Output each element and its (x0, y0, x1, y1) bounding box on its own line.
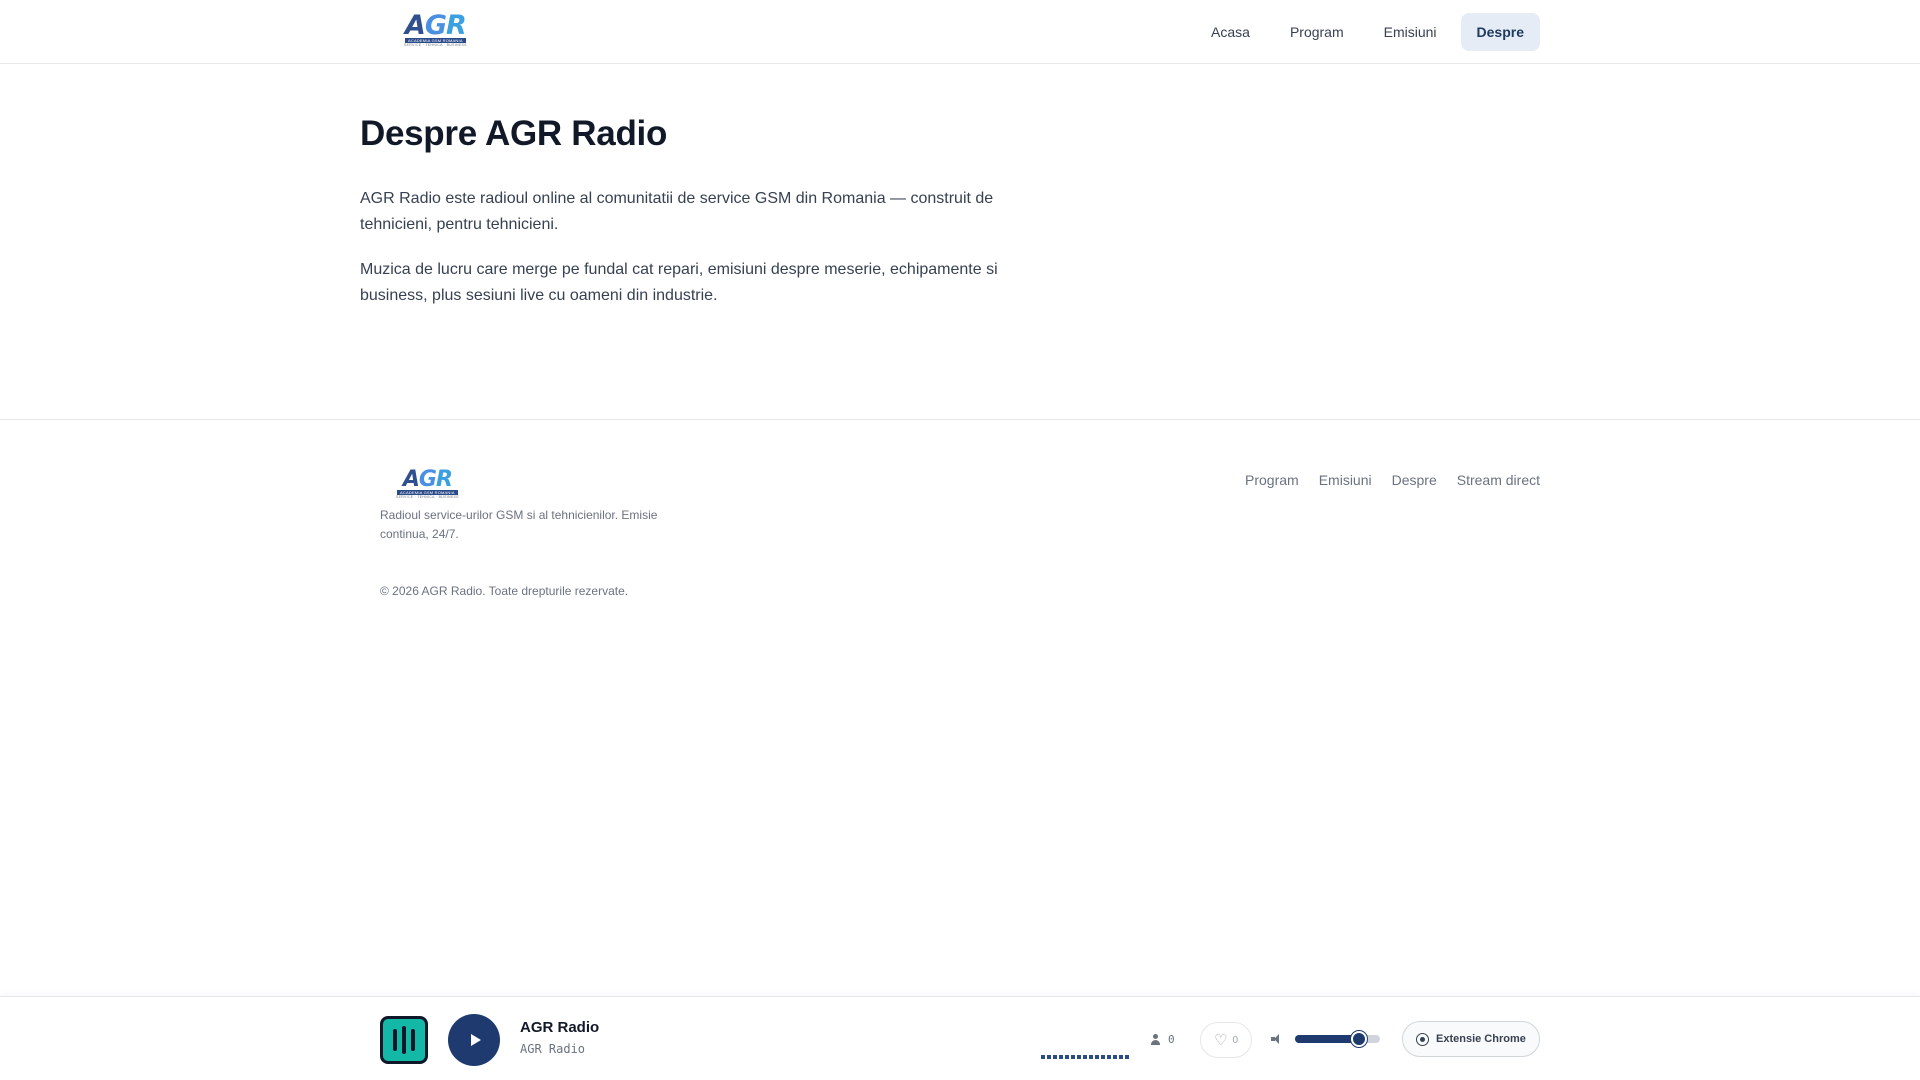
main-nav: Acasa Program Emisiuni Despre (1195, 13, 1540, 51)
about-paragraph: Muzica de lucru care merge pe fundal cat… (360, 261, 998, 304)
volume-slider[interactable] (1295, 1031, 1380, 1047)
nav-item-program[interactable]: Program (1274, 13, 1360, 51)
volume-handle[interactable] (1350, 1031, 1367, 1047)
logo-wordmark: AGR (404, 10, 467, 41)
chrome-icon (1416, 1032, 1429, 1046)
volume-icon (1271, 1033, 1283, 1045)
radio-player: AGR Radio AGR Radio 0 ♡ 0 Extensie Chrom… (0, 996, 1920, 1080)
header-logo[interactable]: AGR ACADEMIA GSM ROMANIA SERVICE · TEHNI… (404, 10, 467, 48)
chrome-extension-button[interactable]: Extensie Chrome (1402, 1021, 1540, 1057)
about-paragraph: AGR Radio este radioul online al comunit… (360, 190, 994, 233)
logo-wordmark: AGR (402, 467, 453, 492)
about-section: Despre AGR Radio AGR Radio este radioul … (360, 110, 1040, 309)
footer-links: Program Emisiuni Despre Stream direct (1245, 472, 1540, 488)
listener-count: 0 (1151, 1033, 1175, 1046)
like-count: 0 (1232, 1034, 1238, 1046)
person-icon (1151, 1034, 1160, 1045)
logo-tagline: SERVICE · TEHNICA · BUSINESS (396, 495, 459, 499)
footer-link-emisiuni[interactable]: Emisiuni (1319, 472, 1372, 488)
nav-item-acasa[interactable]: Acasa (1195, 13, 1266, 51)
nav-item-emisiuni[interactable]: Emisiuni (1368, 13, 1453, 51)
footer-description: Radioul service-urilor GSM si al tehnici… (380, 508, 658, 541)
page-title: Despre AGR Radio (360, 114, 668, 153)
level-meter (1041, 1055, 1129, 1059)
like-button[interactable]: ♡ 0 (1200, 1022, 1252, 1058)
play-button[interactable] (448, 1014, 500, 1066)
now-playing-subtitle: AGR Radio (520, 1042, 586, 1056)
footer-link-despre[interactable]: Despre (1392, 472, 1437, 488)
heart-icon: ♡ (1213, 1031, 1228, 1049)
volume-fill (1295, 1035, 1359, 1043)
listeners-value: 0 (1168, 1033, 1175, 1046)
equalizer-art-icon (380, 1016, 428, 1064)
site-footer: AGR ACADEMIA GSM ROMANIA SERVICE · TEHNI… (0, 419, 1920, 999)
footer-logo[interactable]: AGR ACADEMIA GSM ROMANIA SERVICE · TEHNI… (396, 467, 459, 500)
play-icon (470, 1034, 481, 1046)
footer-link-program[interactable]: Program (1245, 472, 1299, 488)
footer-link-stream-direct[interactable]: Stream direct (1457, 472, 1540, 488)
nav-item-despre[interactable]: Despre (1460, 13, 1540, 51)
copyright: © 2026 AGR Radio. Toate drepturile rezer… (380, 584, 629, 598)
now-playing-title: AGR Radio (520, 1019, 600, 1036)
site-header: AGR ACADEMIA GSM ROMANIA SERVICE · TEHNI… (0, 0, 1920, 64)
logo-tagline: SERVICE · TEHNICA · BUSINESS (404, 43, 467, 47)
extension-label: Extensie Chrome (1436, 1033, 1526, 1045)
